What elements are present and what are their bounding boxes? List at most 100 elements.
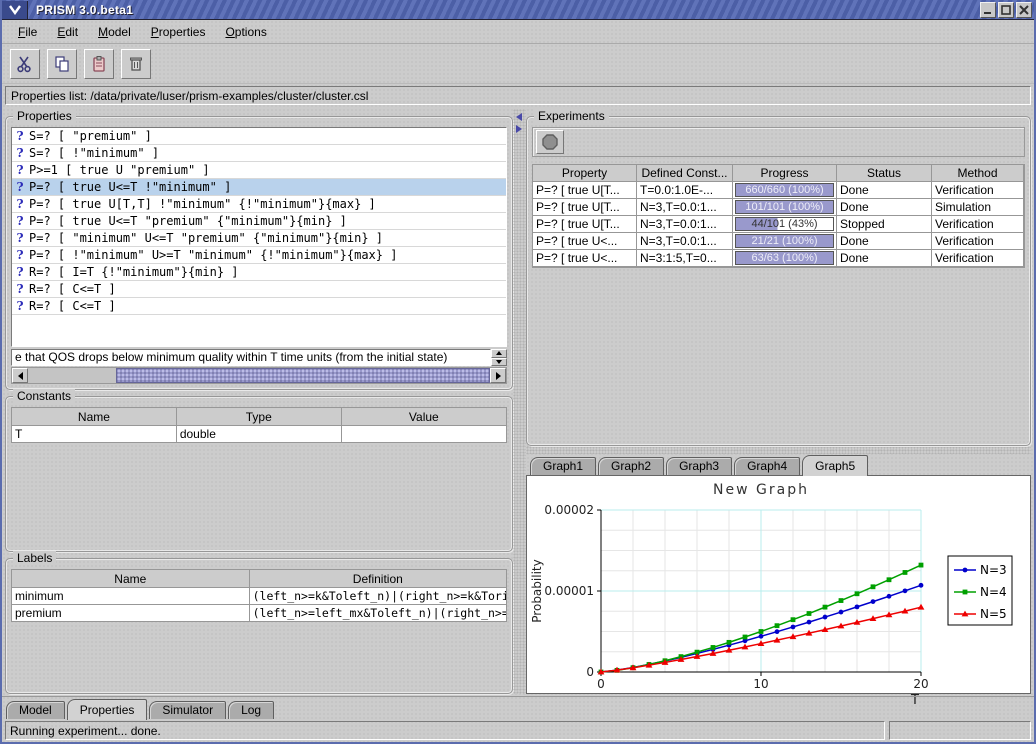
progress-bar: 101/101 (100%) bbox=[735, 200, 834, 214]
data-point bbox=[871, 599, 876, 604]
data-point bbox=[903, 588, 908, 593]
property-list[interactable]: ?S=? [ "premium" ]?S=? [ !"minimum" ]?P>… bbox=[11, 127, 507, 347]
experiments-column-header[interactable]: Status bbox=[837, 165, 932, 182]
table-cell: premium bbox=[12, 605, 250, 622]
y-axis-label: Probability bbox=[530, 559, 544, 622]
scroll-right-button[interactable] bbox=[490, 368, 506, 383]
column-header[interactable]: Definition bbox=[249, 570, 506, 588]
experiments-column-header[interactable]: Progress bbox=[733, 165, 837, 182]
experiment-progress-cell: 63/63 (100%) bbox=[733, 250, 837, 267]
maximize-button[interactable] bbox=[998, 2, 1014, 18]
y-tick-label: 0 bbox=[586, 665, 594, 679]
experiment-method-cell: Verification bbox=[932, 182, 1024, 199]
experiments-column-header[interactable]: Property bbox=[533, 165, 637, 182]
progress-bar: 21/21 (100%) bbox=[735, 234, 834, 248]
progress-bar: 660/660 (100%) bbox=[735, 183, 834, 197]
property-text: S=? [ !"minimum" ] bbox=[29, 146, 159, 160]
menu-properties[interactable]: Properties bbox=[141, 22, 216, 42]
table-cell: (left_n>=k&Toleft_n)|(right_n>=k&Tori... bbox=[249, 588, 506, 605]
x-tick-label: 10 bbox=[753, 677, 768, 691]
copy-button[interactable] bbox=[47, 49, 77, 79]
stop-experiment-button[interactable] bbox=[536, 130, 564, 154]
tab-simulator[interactable]: Simulator bbox=[149, 701, 226, 719]
data-point bbox=[807, 620, 812, 625]
spinner-down-button[interactable] bbox=[491, 358, 507, 367]
tab-graph5[interactable]: Graph5 bbox=[802, 455, 868, 476]
spinner-up-button[interactable] bbox=[491, 349, 507, 358]
experiment-property-cell: P=? [ true U<... bbox=[533, 233, 637, 250]
table-row[interactable]: premium(left_n>=left_mx&Toleft_n)|(right… bbox=[12, 605, 507, 622]
data-point bbox=[759, 634, 764, 639]
constants-table[interactable]: NameTypeValueTdouble bbox=[11, 407, 507, 443]
property-item[interactable]: ?R=? [ I=T {!"minimum"}{min} ] bbox=[12, 264, 506, 281]
property-item[interactable]: ?P=? [ true U<=T "premium" {"minimum"}{m… bbox=[12, 213, 506, 230]
tab-model[interactable]: Model bbox=[6, 701, 65, 719]
comment-horizontal-scrollbar[interactable] bbox=[11, 367, 507, 384]
collapse-right-icon[interactable] bbox=[516, 125, 522, 133]
data-point bbox=[839, 598, 844, 603]
property-item[interactable]: ?P=? [ true U<=T !"minimum" ] bbox=[12, 179, 506, 196]
column-header[interactable]: Value bbox=[341, 408, 506, 426]
legend-label: N=4 bbox=[980, 585, 1007, 599]
data-point bbox=[743, 635, 748, 640]
property-item[interactable]: ?P=? [ !"minimum" U>=T "minimum" {!"mini… bbox=[12, 247, 506, 264]
close-button[interactable] bbox=[1016, 2, 1032, 18]
window-menu-icon[interactable] bbox=[2, 1, 28, 19]
menu-file[interactable]: File bbox=[8, 22, 47, 42]
data-point bbox=[919, 583, 924, 588]
tab-graph3[interactable]: Graph3 bbox=[666, 457, 732, 475]
chart-title: New Graph bbox=[713, 482, 809, 498]
experiments-column-header[interactable]: Defined Const... bbox=[637, 165, 733, 182]
title-bar: PRISM 3.0.beta1 bbox=[2, 0, 1034, 20]
experiments-table[interactable]: PropertyDefined Const...ProgressStatusMe… bbox=[533, 165, 1024, 267]
left-arrow-icon bbox=[18, 372, 23, 380]
experiment-method-cell: Verification bbox=[932, 250, 1024, 267]
split-divider[interactable] bbox=[513, 109, 526, 694]
line-chart[interactable]: 0102000.000010.00002New GraphTProbabilit… bbox=[527, 476, 1019, 706]
status-bar: Running experiment... done. bbox=[2, 719, 1034, 742]
experiments-toolbar bbox=[532, 127, 1025, 157]
column-header[interactable]: Name bbox=[12, 408, 177, 426]
labels-table[interactable]: NameDefinitionminimum(left_n>=k&Toleft_n… bbox=[11, 569, 507, 622]
property-item[interactable]: ?P=? [ "minimum" U<=T "premium" {"minimu… bbox=[12, 230, 506, 247]
scroll-left-button[interactable] bbox=[12, 368, 28, 383]
property-text: P=? [ !"minimum" U>=T "minimum" {!"minim… bbox=[29, 248, 397, 262]
tab-properties[interactable]: Properties bbox=[67, 699, 148, 720]
property-item[interactable]: ?S=? [ !"minimum" ] bbox=[12, 145, 506, 162]
y-tick-label: 0.00002 bbox=[544, 503, 594, 517]
table-row[interactable]: Tdouble bbox=[12, 426, 507, 443]
cut-button[interactable] bbox=[10, 49, 40, 79]
property-item[interactable]: ?P=? [ true U[T,T] !"minimum" {!"minimum… bbox=[12, 196, 506, 213]
data-point bbox=[807, 611, 812, 616]
tab-graph4[interactable]: Graph4 bbox=[734, 457, 800, 475]
experiments-column-header[interactable]: Method bbox=[932, 165, 1024, 182]
experiment-method-cell: Verification bbox=[932, 233, 1024, 250]
experiment-progress-cell: 21/21 (100%) bbox=[733, 233, 837, 250]
tab-graph1[interactable]: Graph1 bbox=[530, 457, 596, 475]
menu-edit[interactable]: Edit bbox=[47, 22, 88, 42]
column-header[interactable]: Name bbox=[12, 570, 250, 588]
data-point bbox=[711, 645, 716, 650]
menu-options[interactable]: Options bbox=[215, 22, 276, 42]
up-arrow-icon bbox=[496, 351, 502, 355]
minimize-button[interactable] bbox=[980, 2, 996, 18]
tab-graph2[interactable]: Graph2 bbox=[598, 457, 664, 475]
paste-button[interactable] bbox=[84, 49, 114, 79]
delete-button[interactable] bbox=[121, 49, 151, 79]
table-row[interactable]: minimum(left_n>=k&Toleft_n)|(right_n>=k&… bbox=[12, 588, 507, 605]
experiment-property-cell: P=? [ true U[T... bbox=[533, 199, 637, 216]
tab-log[interactable]: Log bbox=[228, 701, 274, 719]
property-text: R=? [ C<=T ] bbox=[29, 299, 116, 313]
experiment-progress-cell: 44/101 (43%) bbox=[733, 216, 837, 233]
menu-model[interactable]: Model bbox=[88, 22, 141, 42]
scrollbar-thumb[interactable] bbox=[116, 368, 490, 383]
property-item[interactable]: ?P>=1 [ true U "premium" ] bbox=[12, 162, 506, 179]
property-item[interactable]: ?S=? [ "premium" ] bbox=[12, 128, 506, 145]
property-item[interactable]: ?R=? [ C<=T ] bbox=[12, 298, 506, 315]
property-comment-field[interactable]: e that QOS drops below minimum quality w… bbox=[11, 349, 491, 366]
right-split-divider[interactable] bbox=[526, 446, 1031, 454]
property-item[interactable]: ?R=? [ C<=T ] bbox=[12, 281, 506, 298]
question-icon: ? bbox=[15, 231, 25, 245]
column-header[interactable]: Type bbox=[176, 408, 341, 426]
collapse-left-icon[interactable] bbox=[516, 113, 522, 121]
